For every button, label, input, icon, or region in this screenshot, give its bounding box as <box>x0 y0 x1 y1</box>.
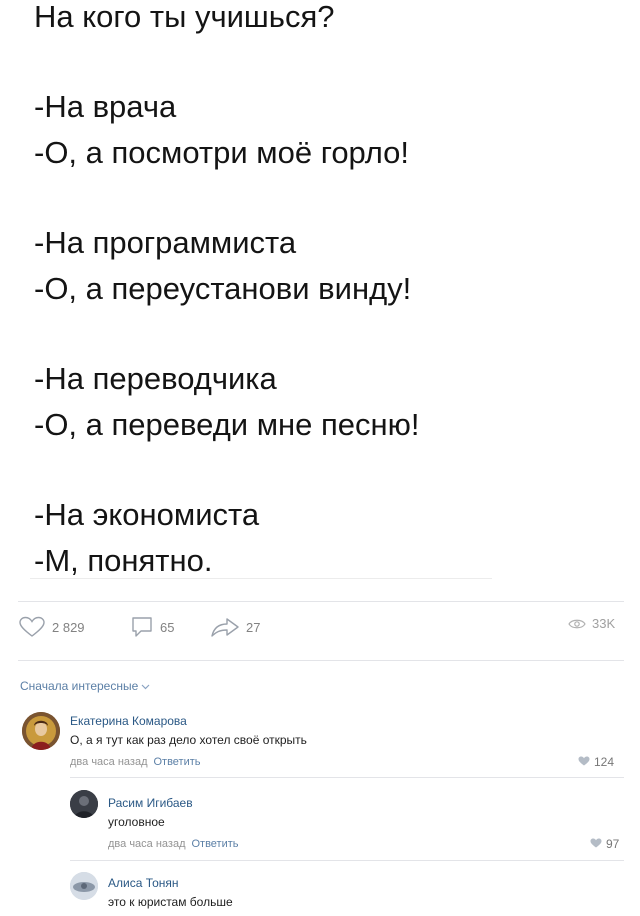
post-line: -На экономиста <box>34 497 260 532</box>
reply-button[interactable]: Ответить <box>191 838 238 850</box>
comment-likes: 124 <box>594 755 615 769</box>
heart-icon <box>578 755 590 769</box>
reply-button[interactable]: Ответить <box>153 756 200 768</box>
heart-icon <box>18 616 46 638</box>
comments-sort-dropdown[interactable]: Сначала интересные <box>20 679 150 693</box>
shares-count: 27 <box>246 619 261 635</box>
comment-icon <box>130 616 154 638</box>
post-line: -На врача <box>34 89 177 124</box>
share-icon <box>210 616 240 638</box>
comment-like-button[interactable]: 124 <box>578 755 614 769</box>
divider <box>18 660 624 661</box>
like-button[interactable]: 2 829 <box>18 616 85 638</box>
avatar[interactable] <box>70 872 98 900</box>
comment-time[interactable]: два часа назад <box>108 838 185 850</box>
comment-text: это к юристам больше <box>108 895 233 909</box>
post-title: На кого ты учишься? <box>34 0 335 34</box>
comment-meta: два часа назад Ответить <box>108 838 239 850</box>
chevron-down-icon <box>141 679 150 693</box>
post-line: -О, а посмотри моё горло! <box>34 135 410 170</box>
divider <box>70 860 624 861</box>
eye-icon <box>568 618 586 630</box>
avatar[interactable] <box>22 712 60 750</box>
views-count: 33K <box>592 616 616 631</box>
comments-button[interactable]: 65 <box>130 616 174 638</box>
comment-time[interactable]: два часа назад <box>70 756 147 768</box>
comments-count: 65 <box>160 619 175 635</box>
divider <box>30 578 492 579</box>
avatar[interactable] <box>70 790 98 818</box>
post-actions: 2 829 65 27 33K <box>18 614 624 642</box>
comment-text: уголовное <box>108 815 165 829</box>
sort-label: Сначала интересные <box>20 679 139 693</box>
post-line: -О, а переустанови винду! <box>34 271 412 306</box>
comment-likes: 97 <box>606 837 620 851</box>
heart-icon <box>590 837 602 851</box>
comment-meta: два часа назад Ответить <box>70 756 201 768</box>
comment-author[interactable]: Алиса Тонян <box>108 876 179 890</box>
comment-author[interactable]: Екатерина Комарова <box>70 714 187 728</box>
post-line: -На переводчика <box>34 361 277 396</box>
divider <box>70 777 624 778</box>
comment-text: О, а я тут как раз дело хотел своё откры… <box>70 733 307 747</box>
divider <box>18 601 624 602</box>
post-line: -На программиста <box>34 225 297 260</box>
likes-count: 2 829 <box>52 619 85 635</box>
post-line: -О, а переведи мне песню! <box>34 407 420 442</box>
share-button[interactable]: 27 <box>210 616 260 638</box>
post-text: На кого ты учишься? -На врача -О, а посм… <box>34 0 594 584</box>
comment-author[interactable]: Расим Игибаев <box>108 796 193 810</box>
comment-like-button[interactable]: 97 <box>590 837 619 851</box>
views: 33K <box>568 616 615 631</box>
